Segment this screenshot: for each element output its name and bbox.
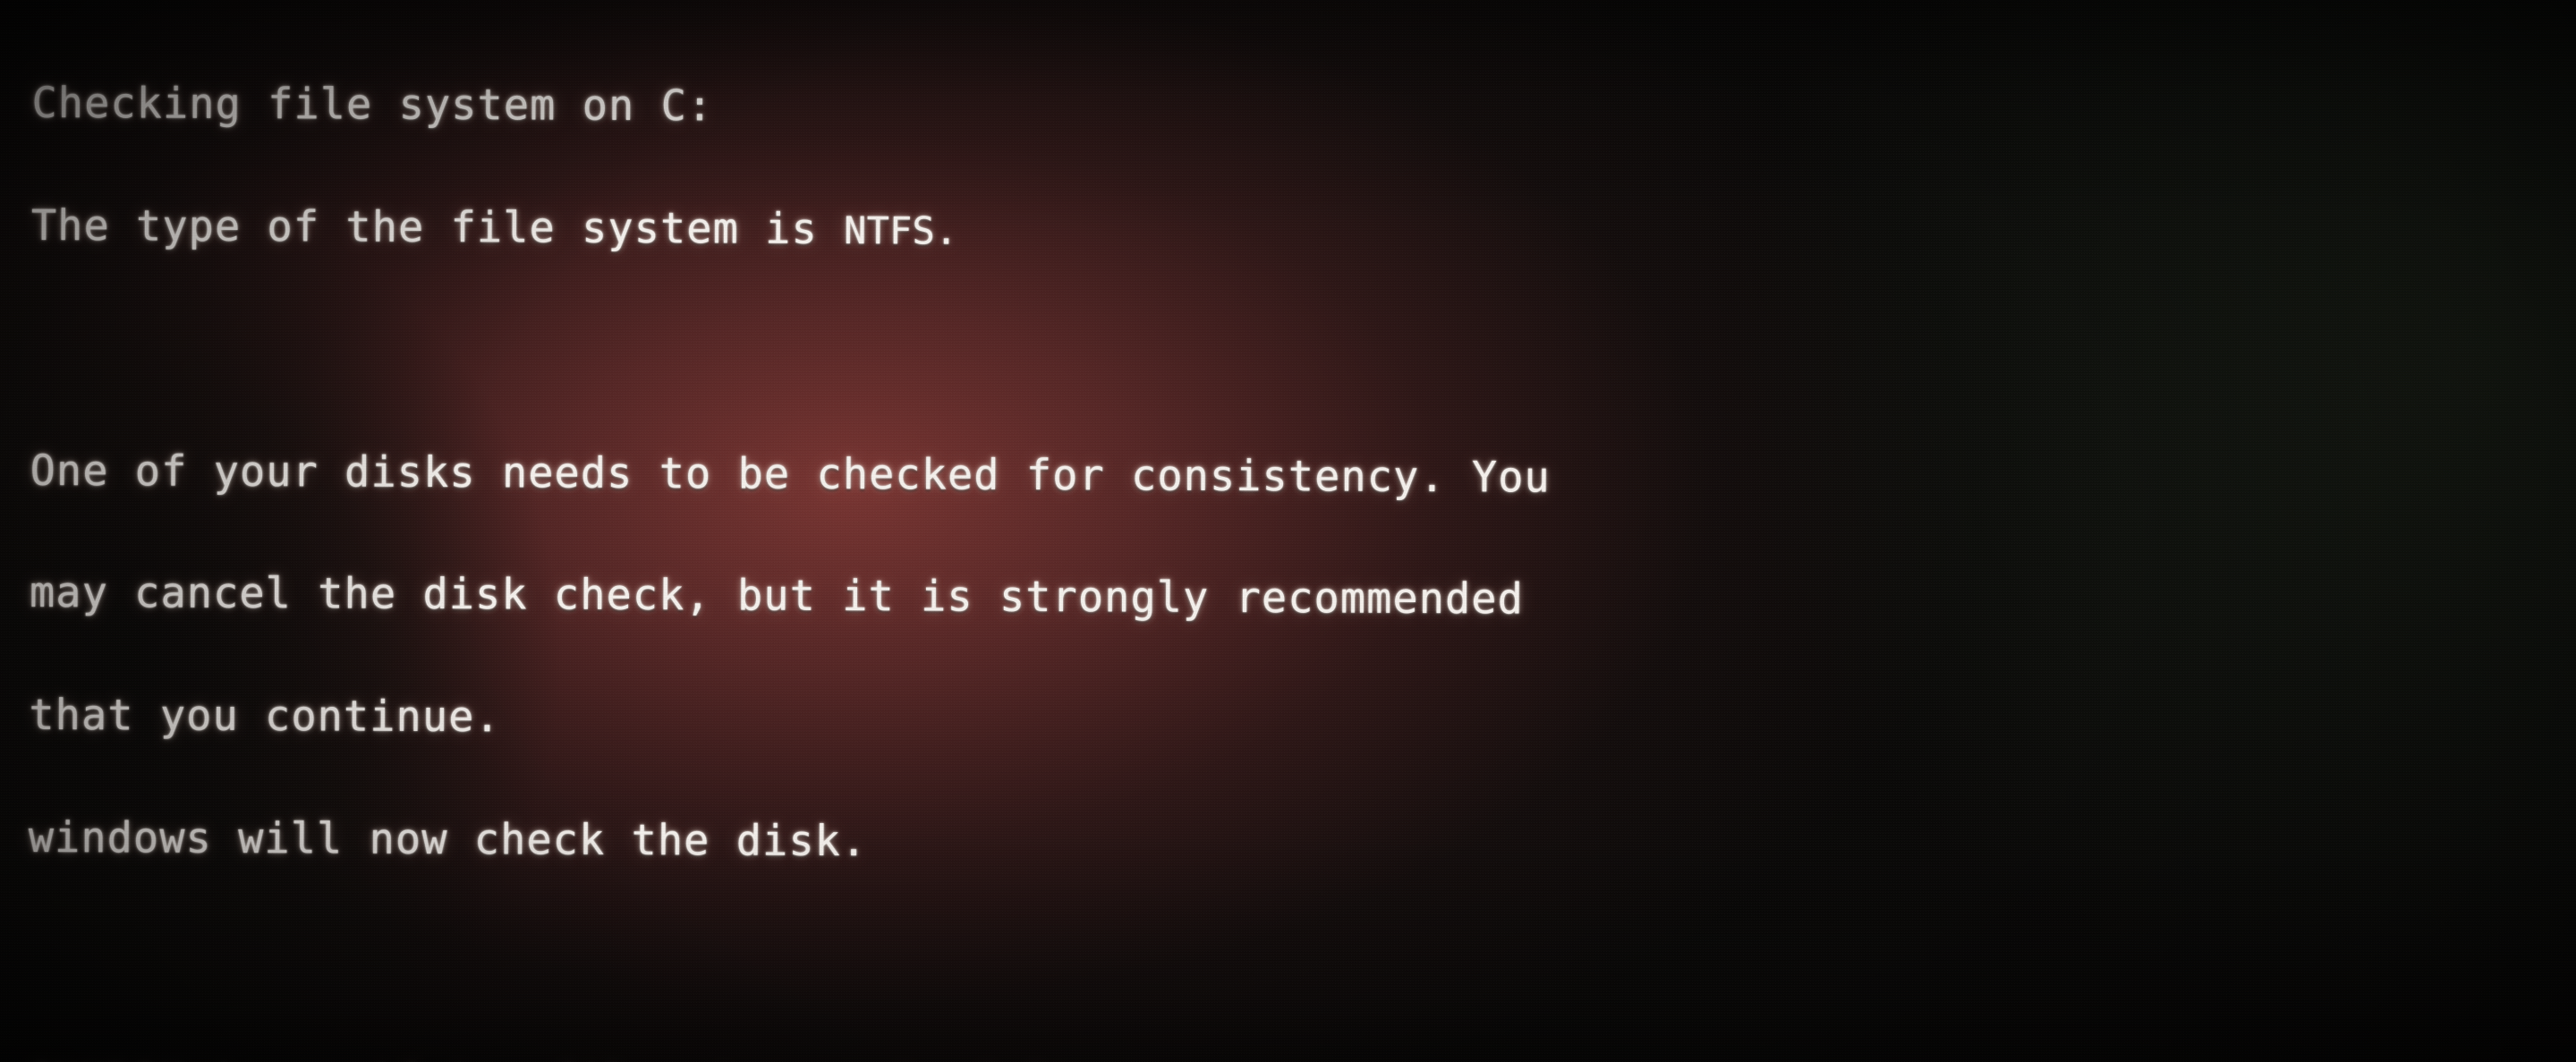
- console-line: windows will now check the disk.: [28, 812, 868, 867]
- console-line: that you continue.: [29, 691, 501, 743]
- console-line: The type of the file system is NTFS.: [31, 201, 2572, 258]
- chkdsk-console-output: Checking file system on C: The type of t…: [21, 2, 2573, 1062]
- filesystem-type-token: NTFS.: [843, 208, 958, 253]
- console-line: may cancel the disk check, but it is str…: [29, 568, 1525, 624]
- monitor-photo: Checking file system on C: The type of t…: [0, 0, 2576, 1062]
- console-line: Checking file system on C:: [31, 79, 714, 132]
- console-line: One of your disks needs to be checked fo…: [30, 446, 1551, 503]
- console-line-text: The type of the file system is: [30, 200, 845, 255]
